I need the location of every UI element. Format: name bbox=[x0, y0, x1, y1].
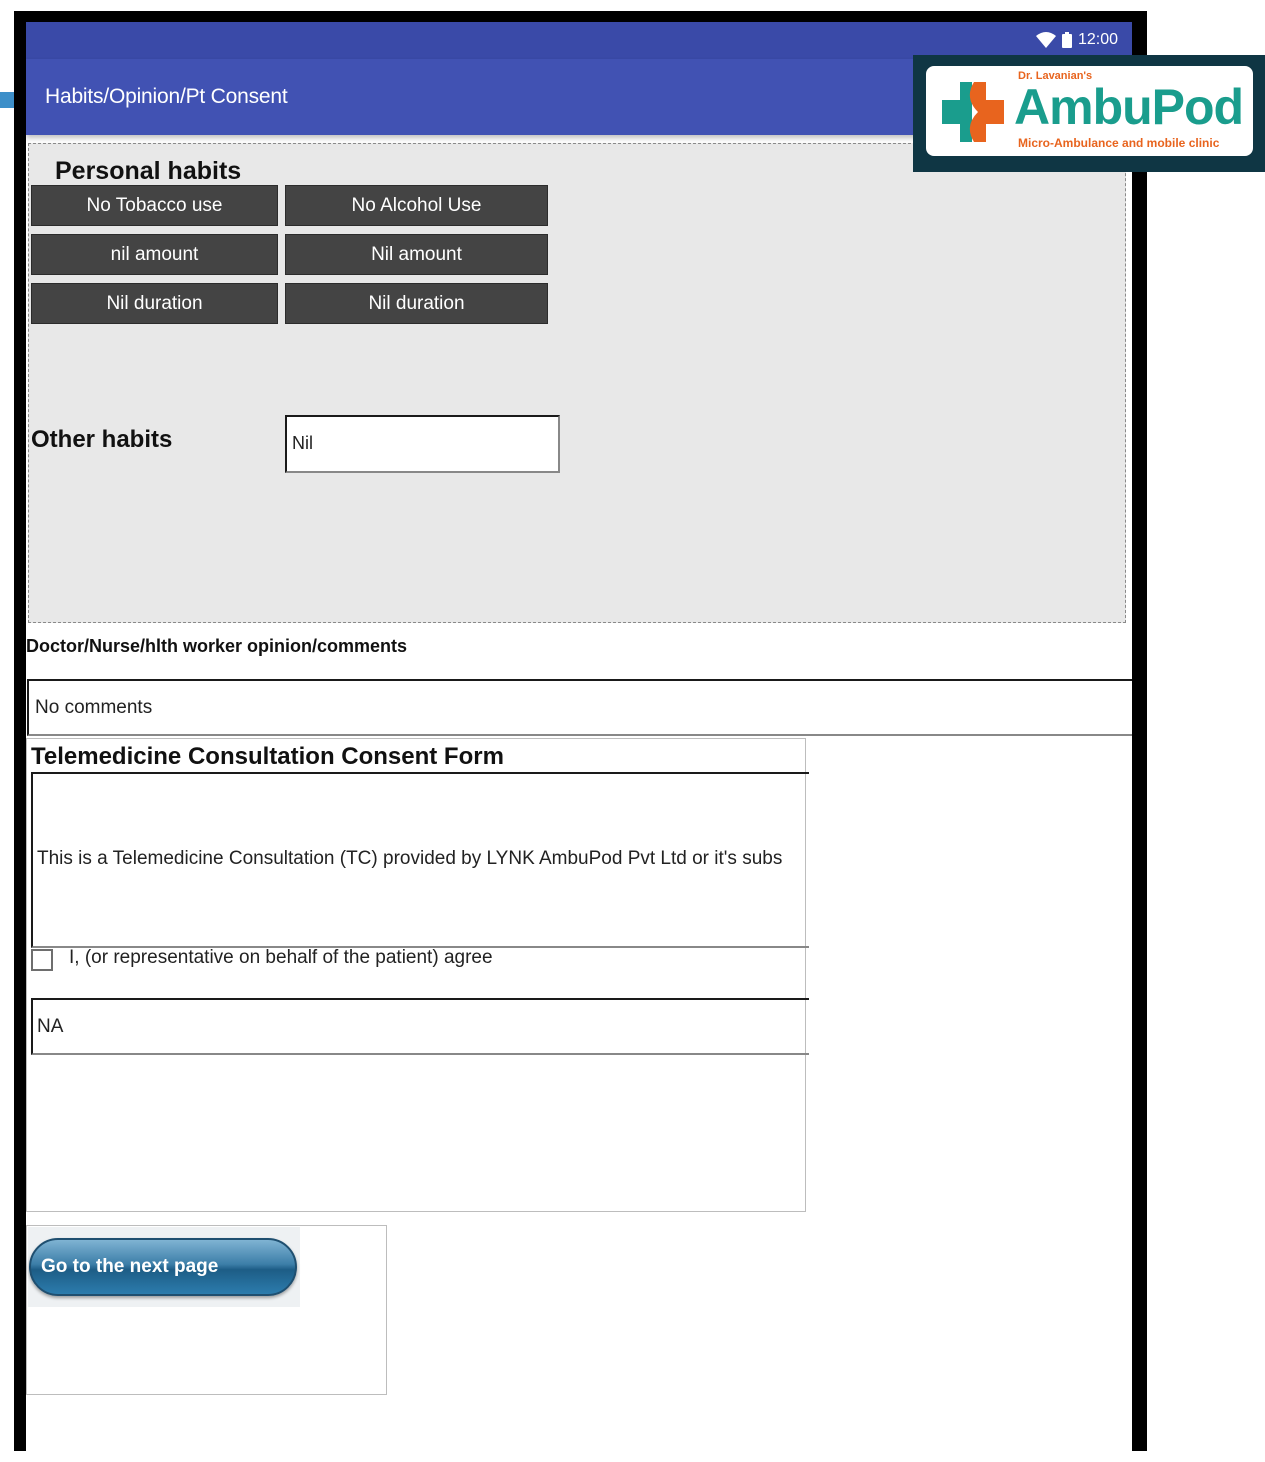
logo-card: Dr. Lavanian's AmbuPod Micro-Ambulance a… bbox=[926, 66, 1253, 156]
tobacco-amount-button[interactable]: nil amount bbox=[31, 234, 278, 275]
next-page-button[interactable]: Go to the next page bbox=[29, 1238, 297, 1296]
consent-text-area[interactable]: This is a Telemedicine Consultation (TC)… bbox=[31, 772, 809, 948]
screen: 12:00 Habits/Opinion/Pt Consent Personal… bbox=[26, 22, 1132, 1462]
no-tobacco-button[interactable]: No Tobacco use bbox=[31, 185, 278, 226]
consent-title: Telemedicine Consultation Consent Form bbox=[31, 743, 504, 770]
consent-name-input[interactable]: NA bbox=[31, 998, 809, 1055]
tablet-frame: 12:00 Habits/Opinion/Pt Consent Personal… bbox=[14, 11, 1147, 1462]
agree-label: I, (or representative on behalf of the p… bbox=[69, 947, 493, 968]
opinion-label: Doctor/Nurse/hlth worker opinion/comment… bbox=[26, 636, 408, 656]
status-time: 12:00 bbox=[1077, 31, 1118, 48]
consent-form: Telemedicine Consultation Consent Form T… bbox=[26, 738, 809, 1212]
medical-cross-icon bbox=[942, 82, 1004, 142]
status-icons: 12:00 bbox=[1035, 31, 1118, 49]
other-habits-label: Other habits bbox=[31, 426, 173, 453]
alcohol-amount-button[interactable]: Nil amount bbox=[285, 234, 548, 275]
status-bar: 12:00 bbox=[26, 22, 1132, 59]
other-habits-input[interactable]: Nil bbox=[285, 415, 560, 473]
logo-name: AmbuPod bbox=[1014, 79, 1244, 135]
alcohol-duration-button[interactable]: Nil duration bbox=[285, 283, 548, 324]
battery-icon bbox=[1061, 32, 1072, 48]
next-page-container: Go to the next page bbox=[26, 1225, 387, 1395]
opinion-input[interactable]: No comments bbox=[27, 679, 1132, 736]
personal-habits-panel: Personal habits No Tobacco use No Alcoho… bbox=[28, 143, 1126, 623]
agree-checkbox[interactable] bbox=[31, 949, 53, 971]
personal-habits-title: Personal habits bbox=[55, 157, 242, 185]
wifi-icon bbox=[1035, 32, 1056, 48]
tobacco-duration-button[interactable]: Nil duration bbox=[31, 283, 278, 324]
ambupod-logo: Dr. Lavanian's AmbuPod Micro-Ambulance a… bbox=[913, 55, 1265, 172]
page-title: Habits/Opinion/Pt Consent bbox=[45, 85, 288, 108]
logo-tagline: Micro-Ambulance and mobile clinic bbox=[1018, 136, 1220, 150]
no-alcohol-button[interactable]: No Alcohol Use bbox=[285, 185, 548, 226]
consent-text: This is a Telemedicine Consultation (TC)… bbox=[37, 848, 783, 869]
